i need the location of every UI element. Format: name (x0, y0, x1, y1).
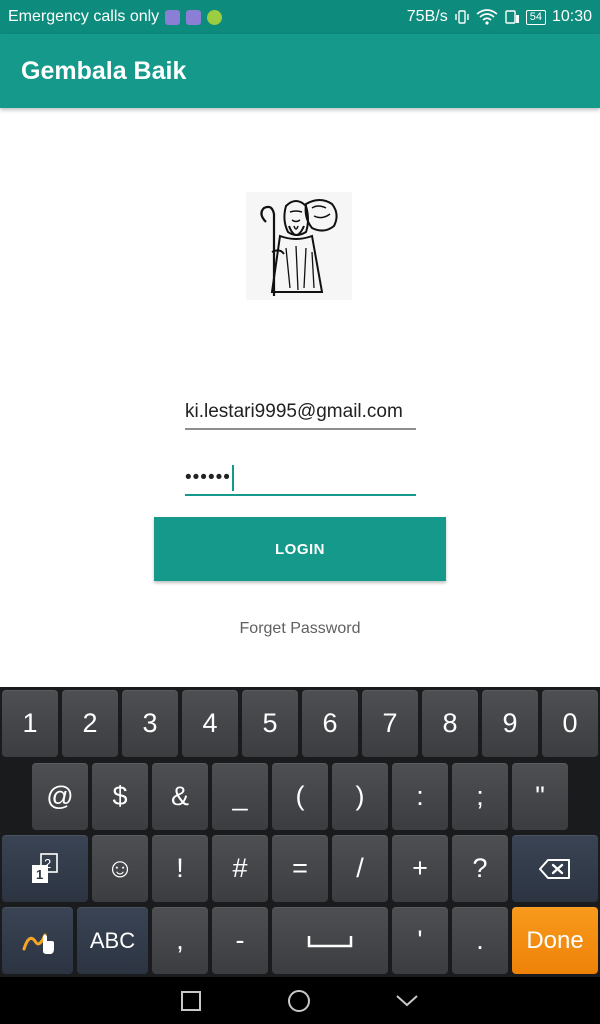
key-9[interactable]: 9 (482, 690, 538, 757)
password-field[interactable]: •••••• (185, 462, 416, 496)
space-bar[interactable] (272, 907, 388, 974)
key-at[interactable]: @ (32, 763, 88, 830)
sim-signal-icon (504, 9, 520, 25)
key-hash[interactable]: # (212, 835, 268, 902)
backspace-icon (539, 858, 570, 879)
square-icon (181, 991, 201, 1011)
key-0[interactable]: 0 (542, 690, 598, 757)
key-ampersand[interactable]: & (152, 763, 208, 830)
wifi-icon (476, 9, 498, 25)
key-2[interactable]: 2 (62, 690, 118, 757)
text-cursor (231, 465, 234, 491)
done-button[interactable]: Done (512, 907, 598, 974)
status-bar: Emergency calls only 75B/s 54 10:30 (0, 0, 600, 34)
page-1-2-icon: 2 1 (32, 852, 58, 883)
key-6[interactable]: 6 (302, 690, 358, 757)
key-3[interactable]: 3 (122, 690, 178, 757)
notification-app-icon (165, 9, 181, 25)
key-underscore[interactable]: _ (212, 763, 268, 830)
svg-text:1: 1 (36, 867, 43, 882)
app-title: Gembala Baik (21, 56, 187, 85)
net-speed: 75B/s (406, 8, 448, 25)
vibrate-icon (454, 9, 470, 25)
circle-icon (288, 990, 310, 1012)
symbol-page-toggle-button[interactable]: 2 1 (2, 835, 88, 902)
key-4[interactable]: 4 (182, 690, 238, 757)
key-close-paren[interactable]: ) (332, 763, 388, 830)
recent-apps-button[interactable] (178, 988, 204, 1014)
space-icon (307, 935, 353, 947)
forget-password-link[interactable]: Forget Password (0, 620, 600, 638)
key-8[interactable]: 8 (422, 690, 478, 757)
battery-level: 54 (525, 9, 546, 25)
key-1[interactable]: 1 (2, 690, 58, 757)
home-button[interactable] (286, 988, 312, 1014)
key-5[interactable]: 5 (242, 690, 298, 757)
key-period[interactable]: . (452, 907, 508, 974)
backspace-button[interactable] (512, 835, 598, 902)
navigation-bar (0, 977, 600, 1024)
email-field[interactable]: ki.lestari9995@gmail.com (185, 396, 416, 430)
hide-keyboard-button[interactable] (394, 988, 420, 1014)
clock: 10:30 (551, 8, 592, 25)
swype-hand-icon (22, 933, 54, 954)
chevron-down-icon (396, 995, 418, 1007)
key-exclamation[interactable]: ! (152, 835, 208, 902)
soft-keyboard: 1 2 3 4 5 6 7 8 9 0 @ $ & _ ( ) : ; " 2 … (0, 687, 600, 977)
notification-gallery-icon (186, 9, 202, 25)
key-semicolon[interactable]: ; (452, 763, 508, 830)
abc-button[interactable]: ABC (77, 907, 148, 974)
key-equals[interactable]: = (272, 835, 328, 902)
key-emoji[interactable]: ☺ (92, 835, 148, 902)
email-value: ki.lestari9995@gmail.com (185, 401, 403, 422)
key-7[interactable]: 7 (362, 690, 418, 757)
key-comma[interactable]: , (152, 907, 208, 974)
key-dash[interactable]: - (212, 907, 268, 974)
key-question[interactable]: ? (452, 835, 508, 902)
carrier-text: Emergency calls only (8, 8, 160, 25)
shepherd-with-lamb-image (246, 192, 352, 300)
notification-android-icon (207, 9, 223, 25)
key-slash[interactable]: / (332, 835, 388, 902)
key-open-paren[interactable]: ( (272, 763, 328, 830)
key-apostrophe[interactable]: ' (392, 907, 448, 974)
password-value: •••••• (185, 467, 231, 488)
key-dollar[interactable]: $ (92, 763, 148, 830)
login-button[interactable]: LOGIN (154, 517, 446, 581)
app-bar: Gembala Baik (0, 34, 600, 108)
key-plus[interactable]: + (392, 835, 448, 902)
key-quote[interactable]: " (512, 763, 568, 830)
key-colon[interactable]: : (392, 763, 448, 830)
swype-button[interactable] (2, 907, 73, 974)
